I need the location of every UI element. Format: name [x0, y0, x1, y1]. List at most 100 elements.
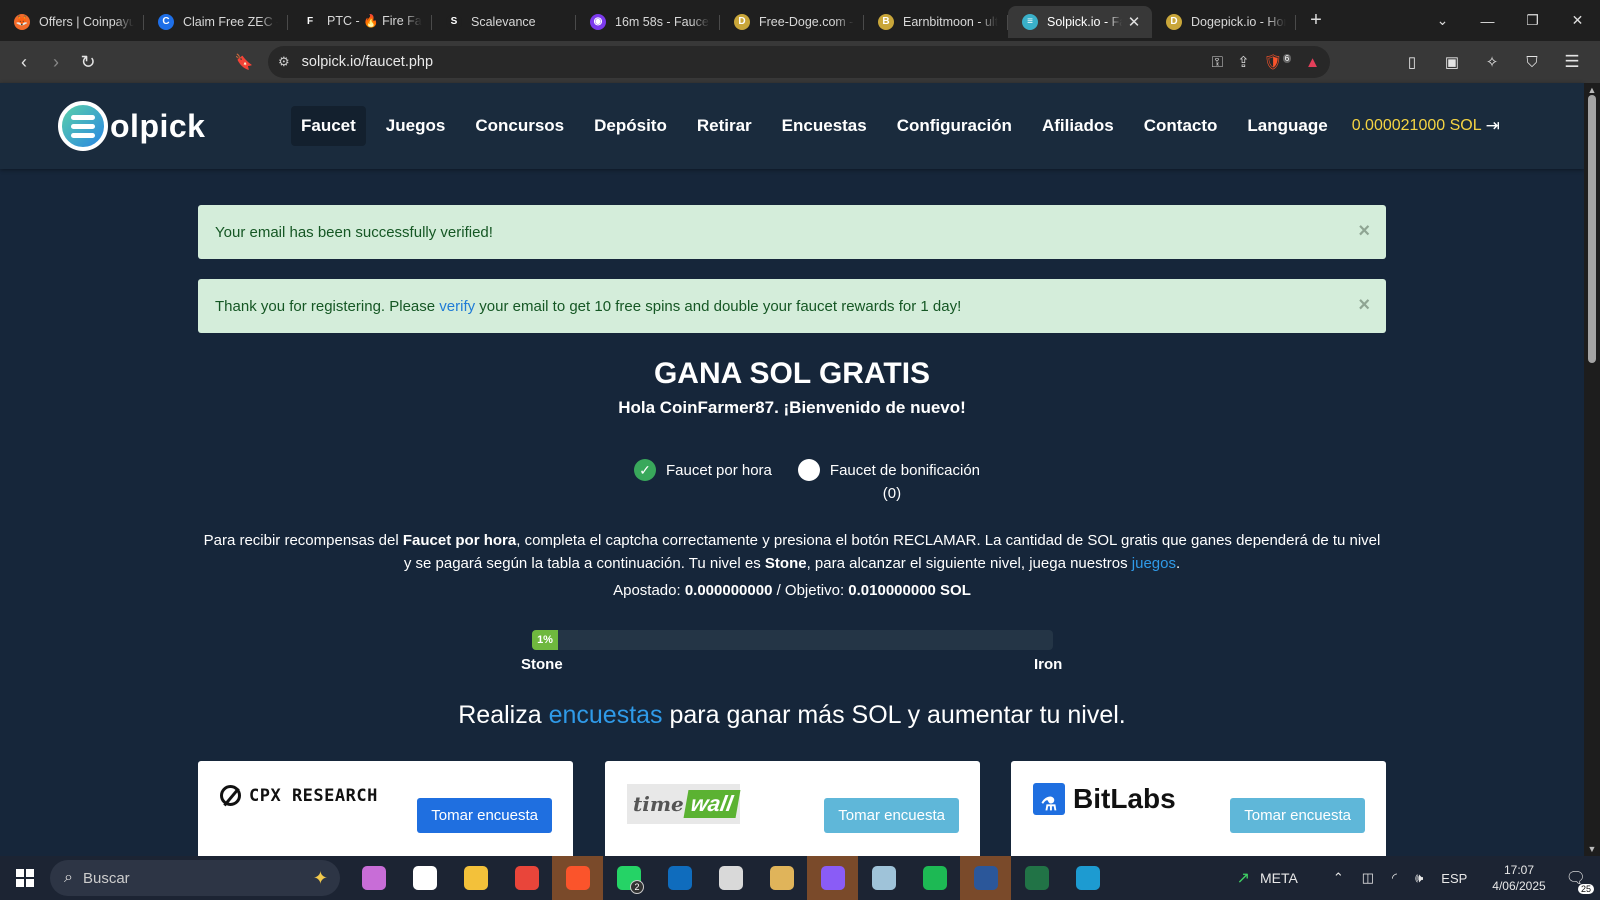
nav-contacto[interactable]: Contacto — [1134, 106, 1228, 146]
leo-ai-icon[interactable]: ✧ — [1476, 46, 1508, 78]
notification-icon[interactable]: 🗨 25 — [1566, 868, 1594, 894]
take-survey-button-cpx[interactable]: Tomar encuesta — [417, 798, 552, 833]
paint-palette-taskbar-app[interactable] — [756, 856, 807, 900]
nav-language[interactable]: Language — [1237, 106, 1337, 146]
cpx-logo-text: CPX RESEARCH — [249, 785, 378, 806]
site-settings-icon[interactable]: ⚙ — [278, 54, 290, 70]
nav-configuración[interactable]: Configuración — [887, 106, 1022, 146]
browser-tab[interactable]: 🦊 Offers | Coinpayu — [0, 6, 144, 38]
nav-concursos[interactable]: Concursos — [465, 106, 574, 146]
copilot-sparkle-icon[interactable]: ✦ — [313, 868, 328, 889]
surveys-link[interactable]: encuestas — [549, 701, 663, 729]
brave-shields-icon[interactable]: 🛡 6 — [1264, 53, 1292, 71]
wallet-icon[interactable]: ▣ — [1436, 46, 1468, 78]
nav-encuestas[interactable]: Encuestas — [772, 106, 877, 146]
main-menu: Faucet Juegos Concursos Depósito Retirar Encu… — [291, 106, 1500, 146]
tab-search-chevron-icon[interactable]: ⌄ — [1420, 0, 1465, 41]
new-tab-button[interactable]: + — [1300, 5, 1332, 37]
alert-close-button[interactable]: × — [1358, 294, 1370, 317]
outlook-taskbar-app[interactable] — [654, 856, 705, 900]
copilot-icon — [361, 866, 386, 890]
balance-display[interactable]: 0.000021000 SOL — [1352, 117, 1482, 135]
browser-tab[interactable]: S Scalevance — [432, 6, 576, 38]
take-survey-button-timewall[interactable]: Tomar encuesta — [824, 798, 959, 833]
take-survey-button-bitlabs[interactable]: Tomar encuesta — [1230, 798, 1365, 833]
nav-juegos[interactable]: Juegos — [376, 106, 456, 146]
option-hourly[interactable]: ✓ Faucet por hora — [634, 459, 772, 481]
forward-button[interactable]: › — [40, 46, 72, 78]
tab-favicon-icon: 🦊 — [14, 13, 30, 30]
notepad-taskbar-app[interactable] — [858, 856, 909, 900]
clock[interactable]: 17:07 4/06/2025 — [1492, 862, 1545, 894]
browser-tab[interactable]: ◉ 16m 58s - Faucet — [576, 6, 720, 38]
file-explorer-taskbar-app[interactable] — [450, 856, 501, 900]
notepad-icon — [871, 866, 896, 890]
password-key-icon[interactable]: ⚿ — [1212, 54, 1223, 71]
browser-tab[interactable]: B Earnbitmoon - ult — [864, 6, 1008, 38]
taskbar-search[interactable]: ⌕ Buscar ✦ — [50, 860, 340, 896]
tab-close-icon[interactable]: ✕ — [1126, 13, 1142, 31]
nav-depósito[interactable]: Depósito — [584, 106, 677, 146]
bookmark-icon[interactable]: 🔖 — [228, 46, 260, 78]
whatsapp-taskbar-app[interactable]: 2 — [603, 856, 654, 900]
url-text[interactable]: solpick.io/faucet.php — [302, 54, 433, 70]
tab-favicon-icon: ≡ — [1022, 13, 1038, 30]
page-scrollbar[interactable]: ▲ ▼ — [1584, 83, 1600, 856]
game-icon — [820, 866, 845, 890]
language-indicator[interactable]: ESP — [1441, 871, 1467, 886]
back-button[interactable]: ‹ — [8, 46, 40, 78]
camera-icon[interactable]: ◫ — [1362, 870, 1374, 886]
window-controls: ⌄ — ❐ ✕ — [1420, 0, 1600, 41]
start-button[interactable] — [0, 856, 50, 900]
brave-taskbar-app[interactable] — [552, 856, 603, 900]
vpn-icon[interactable]: ⛉ — [1516, 46, 1548, 78]
site-logo[interactable]: olpick — [58, 101, 205, 151]
instructions-text: , para alcanzar el siguiente nivel, jueg… — [806, 555, 1132, 572]
edge-taskbar-app[interactable] — [1062, 856, 1113, 900]
alert-close-button[interactable]: × — [1358, 220, 1370, 243]
scrollbar-thumb[interactable] — [1588, 95, 1596, 363]
option-bonus[interactable]: Faucet de bonificación (0) — [772, 459, 980, 502]
volume-icon[interactable]: 🕪 — [1415, 870, 1423, 886]
sidebar-toggle-icon[interactable]: ▯ — [1396, 46, 1428, 78]
minimize-button[interactable]: — — [1465, 0, 1510, 41]
spotify-taskbar-app[interactable] — [909, 856, 960, 900]
wifi-icon[interactable]: ◜ — [1392, 870, 1397, 886]
stock-widget[interactable]: ↗ META — [1237, 868, 1298, 888]
restore-button[interactable]: ❐ — [1510, 0, 1555, 41]
menu-icon[interactable]: ☰ — [1556, 46, 1588, 78]
browser-tab[interactable]: F PTC - 🔥 Fire Fauc — [288, 6, 432, 38]
browser-tab[interactable]: D Dogepick.io - Hor — [1152, 6, 1296, 38]
browser-tab[interactable]: ≡ Solpick.io - Fa ✕ — [1008, 5, 1152, 38]
scroll-down-icon[interactable]: ▼ — [1584, 844, 1600, 854]
nav-faucet[interactable]: Faucet — [291, 106, 366, 146]
copilot-taskbar-app[interactable] — [348, 856, 399, 900]
games-link[interactable]: juegos — [1132, 555, 1176, 572]
nav-retirar[interactable]: Retirar — [687, 106, 762, 146]
paint-palette-icon — [769, 866, 794, 890]
show-hidden-icons[interactable]: ⌃ — [1333, 870, 1344, 886]
verify-link[interactable]: verify — [439, 298, 475, 315]
faucet-mode-options: ✓ Faucet por hora Faucet de bonificación… — [634, 459, 980, 502]
browser-tab[interactable]: C Claim Free ZEC - F — [144, 6, 288, 38]
close-window-button[interactable]: ✕ — [1555, 0, 1600, 41]
surveys-heading: Realiza encuestas para ganar más SOL y a… — [0, 701, 1584, 730]
nav-afiliados[interactable]: Afiliados — [1032, 106, 1124, 146]
greeting: Hola CoinFarmer87. ¡Bienvenido de nuevo! — [618, 398, 966, 417]
browser-tab[interactable]: D Free-Doge.com - — [720, 6, 864, 38]
address-bar[interactable]: ⚙ solpick.io/faucet.php ⚿ ⇪ 🛡 6 ▲ — [268, 46, 1330, 78]
onedrive-taskbar-app[interactable] — [399, 856, 450, 900]
paint-taskbar-app[interactable] — [705, 856, 756, 900]
brave-rewards-icon[interactable]: ▲ — [1305, 54, 1320, 71]
radio-button[interactable] — [797, 459, 820, 481]
word-taskbar-app[interactable] — [960, 856, 1011, 900]
share-icon[interactable]: ⇪ — [1237, 53, 1250, 71]
chrome-taskbar-app[interactable] — [501, 856, 552, 900]
reload-button[interactable]: ↻ — [72, 46, 104, 78]
surveys-heading-text: Realiza — [458, 701, 549, 729]
sign-out-icon[interactable]: ⇥ — [1486, 116, 1500, 136]
scroll-up-icon[interactable]: ▲ — [1584, 85, 1600, 95]
game-taskbar-app[interactable] — [807, 856, 858, 900]
check-icon[interactable]: ✓ — [634, 459, 656, 481]
excel-taskbar-app[interactable] — [1011, 856, 1062, 900]
